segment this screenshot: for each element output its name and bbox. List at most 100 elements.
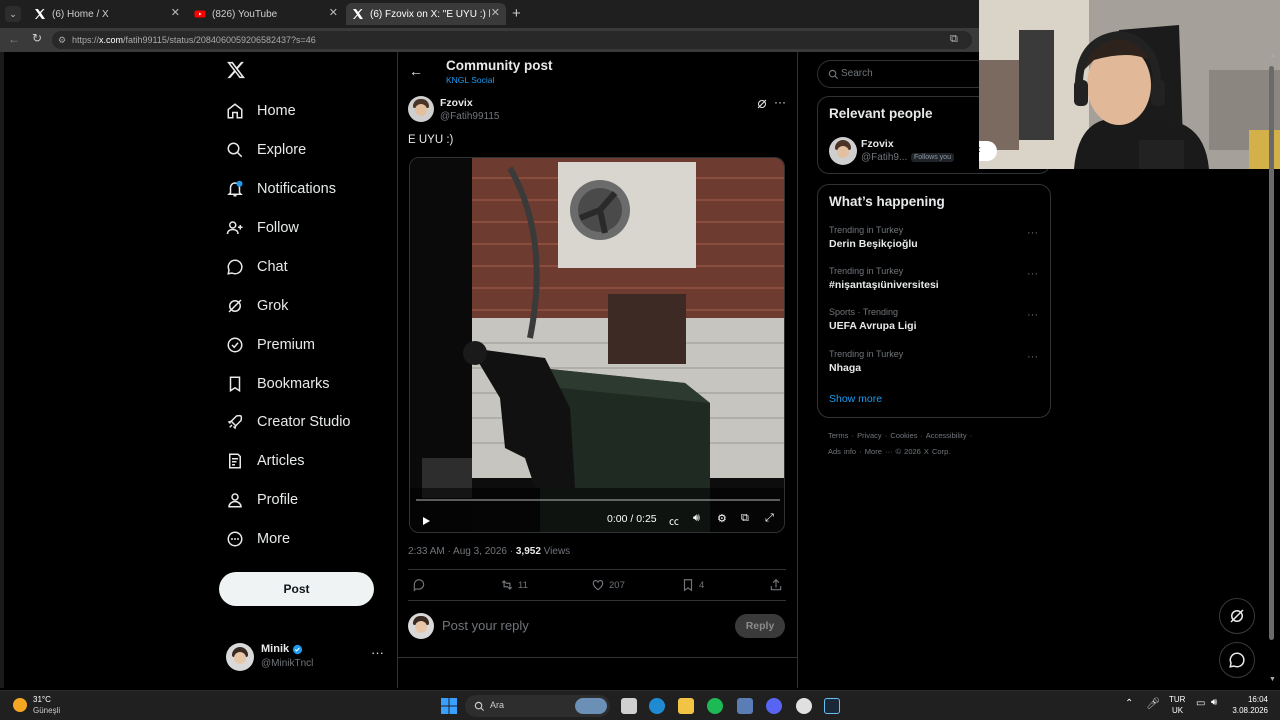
person-handle[interactable]: @Fatih9... xyxy=(861,152,907,163)
scrollbar[interactable]: ▲ ▼ xyxy=(1268,52,1276,688)
reply-button[interactable]: Reply xyxy=(735,614,785,638)
show-more-link[interactable]: Show more xyxy=(829,393,882,405)
edge-browser-icon[interactable] xyxy=(649,698,665,714)
close-icon[interactable]: ✕ xyxy=(171,6,180,19)
video-progress-track[interactable] xyxy=(416,499,780,501)
trend-item[interactable]: Trending in Turkey Derin Beşikçioğlu ··· xyxy=(829,225,1038,250)
more-dots-icon[interactable]: ··· xyxy=(1027,309,1038,321)
reload-icon[interactable]: ↻ xyxy=(32,31,42,45)
site-info-icon[interactable]: ⚙ xyxy=(58,31,66,49)
weather-temp[interactable]: 31°C xyxy=(33,695,51,704)
share-icon xyxy=(770,578,782,591)
chrome-icon[interactable] xyxy=(796,698,812,714)
nav-premium[interactable]: Premium xyxy=(226,331,315,359)
volume-icon[interactable]: 🔊︎ xyxy=(693,512,700,525)
footer-link[interactable]: More ··· xyxy=(865,447,893,456)
nav-chat[interactable]: Chat xyxy=(226,253,288,281)
footer-link[interactable]: Ads info xyxy=(828,447,856,456)
grok-icon[interactable] xyxy=(756,97,768,115)
microphone-icon[interactable]: 🎤︎ xyxy=(1146,697,1160,710)
taskbar-search[interactable]: Ara xyxy=(465,695,610,717)
trend-item[interactable]: Trending in Turkey #nişantaşıüniversites… xyxy=(829,266,1038,291)
community-link[interactable]: KNGL Social xyxy=(446,75,494,85)
like-action[interactable]: 207 xyxy=(591,578,625,592)
windows-start-icon[interactable] xyxy=(441,698,457,719)
keyboard-layout[interactable]: UK xyxy=(1172,706,1183,715)
tab-home-x[interactable]: (6) Home / X ✕ xyxy=(28,3,186,25)
bell-icon xyxy=(227,180,243,197)
back-arrow-icon[interactable]: ← xyxy=(8,32,20,46)
nav-creator-studio[interactable]: Creator Studio xyxy=(226,408,351,436)
more-dots-icon[interactable]: ··· xyxy=(1027,227,1038,239)
tweet-timestamp[interactable]: 2:33 AM · Aug 3, 2026 · xyxy=(408,546,516,557)
new-tab-button[interactable]: + xyxy=(512,5,521,22)
weather-desc[interactable]: Güneşli xyxy=(33,706,60,715)
trend-item[interactable]: Sports · Trending UEFA Avrupa Ligi ··· xyxy=(829,307,1038,332)
post-button[interactable]: Post xyxy=(219,572,374,606)
tab-fzovix-post[interactable]: (6) Fzovix on X: "E UYU :) https://t... … xyxy=(346,3,506,25)
spotify-icon[interactable] xyxy=(707,698,723,714)
more-dots-icon[interactable]: ··· xyxy=(774,95,786,109)
more-dots-icon[interactable]: ··· xyxy=(1027,268,1038,280)
nav-bookmarks[interactable]: Bookmarks xyxy=(226,370,330,398)
language-indicator[interactable]: TUR xyxy=(1169,695,1185,704)
footer-link[interactable]: Cookies xyxy=(890,431,917,440)
x-logo[interactable] xyxy=(226,60,246,85)
chevron-up-icon[interactable]: ⌃ xyxy=(1125,698,1133,709)
bookmark-action[interactable]: 4 xyxy=(681,578,704,592)
author-name[interactable]: Fzovix xyxy=(440,97,473,109)
retweet-action[interactable]: 11 xyxy=(500,578,528,592)
author-avatar[interactable] xyxy=(408,96,434,122)
picture-in-picture-icon[interactable]: ⧉ xyxy=(741,512,749,525)
more-dots-icon[interactable]: ··· xyxy=(371,645,384,660)
play-icon[interactable] xyxy=(420,514,432,532)
footer-link[interactable]: Accessibility xyxy=(926,431,967,440)
nav-label: Grok xyxy=(257,298,289,314)
share-action[interactable] xyxy=(769,578,787,592)
tab-list-button[interactable]: ⌄ xyxy=(5,6,21,22)
network-icon[interactable]: ▭ xyxy=(1196,698,1205,709)
reply-action[interactable] xyxy=(412,578,430,592)
nav-notifications[interactable]: Notifications xyxy=(226,175,336,203)
nav-follow[interactable]: Follow xyxy=(226,214,299,242)
close-icon[interactable]: ✕ xyxy=(491,6,500,19)
reply-input[interactable]: Post your reply xyxy=(442,618,529,633)
nav-label: Bookmarks xyxy=(257,376,330,392)
nav-profile[interactable]: Profile xyxy=(226,486,298,514)
grok-floating-button[interactable] xyxy=(1219,598,1255,634)
sun-weather-icon[interactable] xyxy=(13,698,27,712)
chat-floating-button[interactable] xyxy=(1219,642,1255,678)
file-explorer-icon[interactable] xyxy=(678,698,694,714)
footer-link[interactable]: Privacy xyxy=(857,431,882,440)
person-name[interactable]: Fzovix xyxy=(861,138,894,150)
settings-gear-icon[interactable]: ⚙ xyxy=(717,512,727,525)
steam-icon[interactable] xyxy=(824,698,840,714)
more-dots-icon[interactable]: ··· xyxy=(1027,351,1038,363)
account-switcher[interactable]: Minik @MinikTncl ··· xyxy=(226,641,386,675)
footer-link[interactable]: Terms xyxy=(828,431,848,440)
nav-more[interactable]: More xyxy=(226,525,290,553)
nav-home[interactable]: Home xyxy=(226,97,296,125)
captions-icon[interactable]: ㏄ xyxy=(669,513,679,528)
avatar[interactable] xyxy=(829,137,857,165)
video-player[interactable]: 0:00 / 0:25 ㏄ 🔊︎ ⚙ ⧉ ⤢ xyxy=(409,157,785,533)
extension-icon[interactable]: ⧉ xyxy=(950,33,958,46)
url-field[interactable]: ⚙ https://x.com/fatih99115/status/208406… xyxy=(52,31,972,49)
nav-articles[interactable]: Articles xyxy=(226,447,305,475)
nav-grok[interactable]: Grok xyxy=(226,292,288,320)
tab-youtube[interactable]: (826) YouTube ✕ xyxy=(188,3,344,25)
trend-item[interactable]: Trending in Turkey Nhaga ··· xyxy=(829,349,1038,374)
task-view-icon[interactable] xyxy=(621,698,637,714)
author-handle[interactable]: @Fatih99115 xyxy=(440,111,499,122)
fullscreen-icon[interactable]: ⤢ xyxy=(765,512,774,525)
scrollbar-thumb[interactable] xyxy=(1269,66,1274,640)
close-icon[interactable]: ✕ xyxy=(329,6,338,19)
discord-icon[interactable] xyxy=(766,698,782,714)
nav-explore[interactable]: Explore xyxy=(226,136,306,164)
clock-time[interactable]: 16:04 xyxy=(1234,695,1268,704)
clock-date[interactable]: 3.08.2026 xyxy=(1226,706,1268,715)
volume-icon[interactable]: 🔊︎ xyxy=(1211,697,1217,708)
app-icon[interactable] xyxy=(737,698,753,714)
back-arrow-icon[interactable]: ← xyxy=(409,63,423,79)
search-input[interactable]: Search xyxy=(817,60,992,88)
